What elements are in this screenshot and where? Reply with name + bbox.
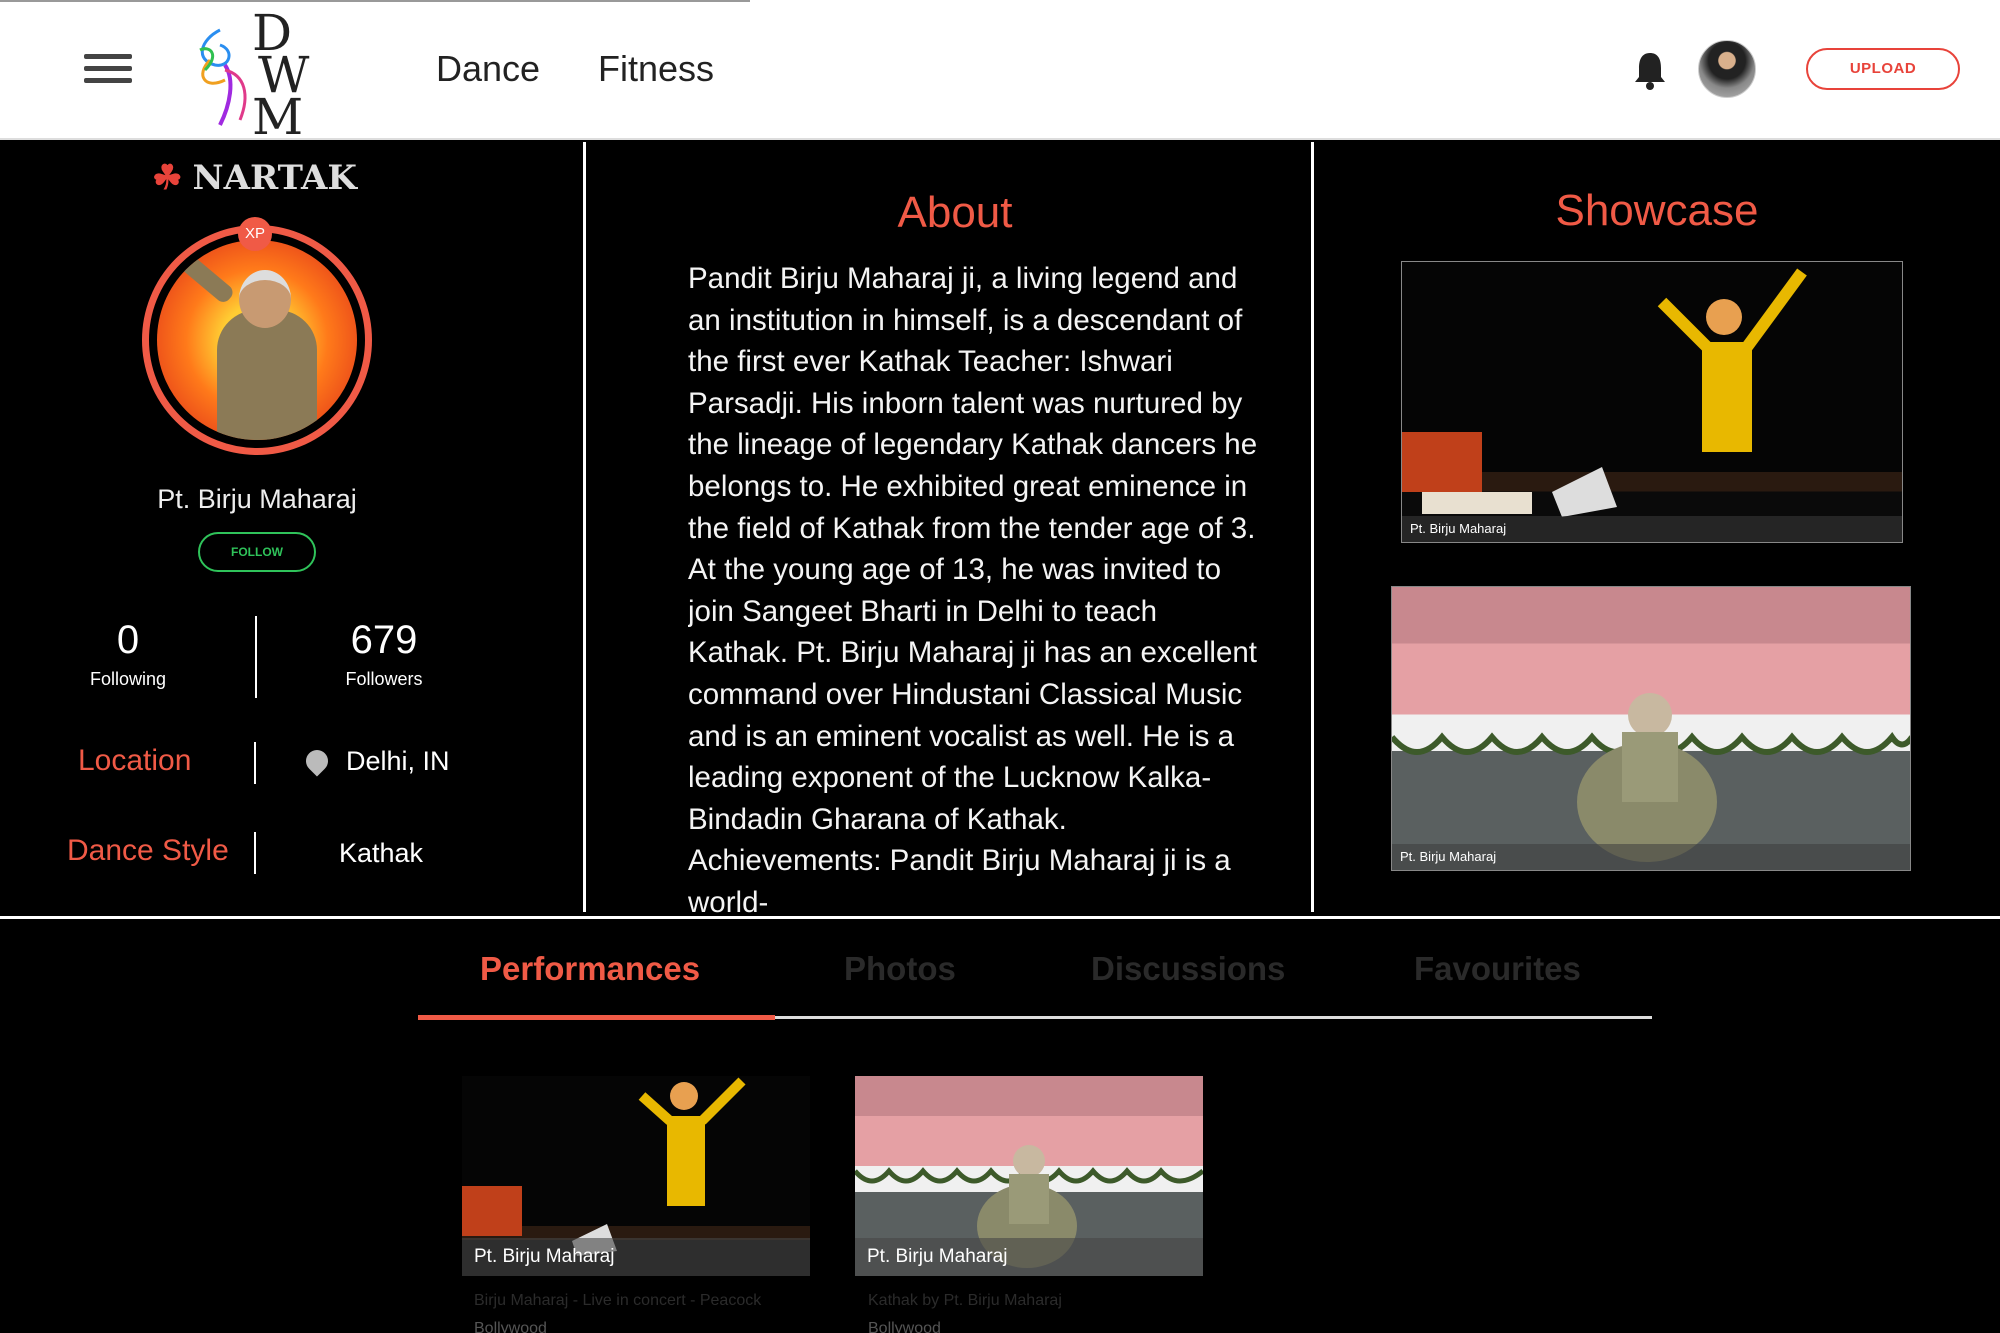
performance-card-1-caption: Pt. Birju Maharaj [462, 1238, 810, 1276]
about-title: About [897, 188, 1013, 237]
following-stat[interactable]: 0 Following [28, 618, 228, 690]
performance-card-1[interactable]: Pt. Birju Maharaj [462, 1076, 810, 1276]
logo-letters: D W M [252, 4, 310, 146]
menu-icon[interactable] [84, 54, 132, 88]
performance-card-1-description: Birju Maharaj - Live in concert - Peacoc… [474, 1292, 762, 1309]
profile-tabs: Performances Photos Discussions Favourit… [418, 950, 1652, 1020]
followers-label: Followers [345, 669, 423, 689]
performance-card-2-description: Kathak by Pt. Birju Maharaj [868, 1292, 1062, 1309]
nartak-title: NARTAK [192, 158, 357, 198]
showcase-title: Showcase [1555, 186, 1759, 235]
active-tab-indicator [418, 1015, 775, 1020]
bell-icon[interactable] [1632, 50, 1668, 90]
nav-dance[interactable]: Dance [436, 48, 540, 90]
showcase-video-2-caption: Pt. Birju Maharaj [1392, 844, 1910, 870]
dance-style-divider [254, 832, 256, 874]
location-value: Delhi, IN [346, 746, 450, 776]
location-divider [254, 742, 256, 784]
about-text: Pandit Birju Maharaj ji, a living legend… [688, 262, 1258, 918]
dwm-logo[interactable]: D W M [190, 4, 310, 146]
performance-card-2[interactable]: Pt. Birju Maharaj [855, 1076, 1203, 1276]
dance-style-value: Kathak [339, 838, 424, 868]
header-top-line [0, 0, 750, 2]
upload-button[interactable]: UPLOAD [1806, 48, 1960, 90]
stat-divider [255, 616, 257, 698]
profile-photo [157, 240, 357, 440]
following-count: 0 [116, 618, 140, 662]
column-divider-left [583, 142, 586, 912]
column-divider-right [1311, 142, 1314, 912]
performance-card-2-category: Bollywood [868, 1320, 941, 1333]
tab-performances[interactable]: Performances [480, 950, 700, 988]
tab-discussions[interactable]: Discussions [1091, 950, 1285, 988]
tab-favourites[interactable]: Favourites [1414, 950, 1581, 988]
location-value-row: Delhi, IN [301, 745, 450, 777]
tab-photos[interactable]: Photos [844, 950, 956, 988]
xp-badge: XP [238, 217, 272, 251]
showcase-video-2-thumb [1392, 693, 1910, 862]
nartak-badge: ☘ NARTAK [152, 158, 357, 198]
nav-fitness[interactable]: Fitness [598, 48, 714, 90]
location-pin-icon [301, 745, 333, 777]
nartak-triskelion-icon: ☘ [152, 158, 183, 198]
followers-count: 679 [350, 618, 418, 662]
profile-photo-ring [142, 225, 372, 455]
following-label: Following [89, 669, 167, 689]
showcase-video-1[interactable]: Pt. Birju Maharaj [1401, 261, 1903, 543]
showcase-video-1-caption: Pt. Birju Maharaj [1402, 516, 1902, 542]
user-avatar[interactable] [1698, 40, 1756, 98]
top-header: D W M Dance Fitness UPLOAD [0, 0, 2000, 146]
showcase-video-1-thumb [1402, 268, 1807, 517]
performance-card-1-category: Bollywood [474, 1320, 547, 1333]
location-label: Location [78, 744, 192, 777]
logo-dancer-swirl-icon [199, 28, 247, 126]
showcase-video-2[interactable]: Pt. Birju Maharaj [1391, 586, 1911, 871]
performance-card-2-caption: Pt. Birju Maharaj [855, 1238, 1203, 1276]
profile-name: Pt. Birju Maharaj [157, 484, 357, 514]
dance-style-label: Dance Style [67, 834, 229, 867]
followers-stat[interactable]: 679 Followers [284, 618, 484, 690]
follow-button[interactable]: FOLLOW [198, 532, 316, 572]
